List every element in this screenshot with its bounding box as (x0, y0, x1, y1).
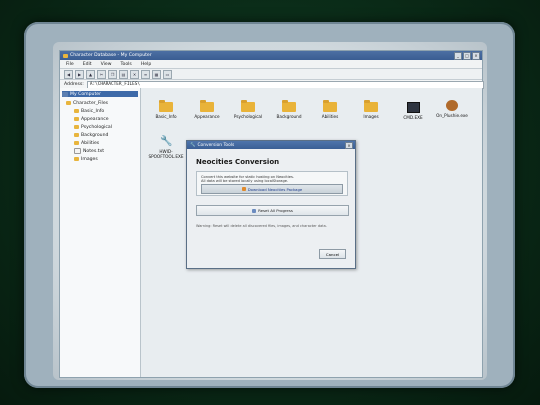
folder-icon (364, 100, 378, 112)
folder-tree: My Computer Character_Files Basic_Info A… (60, 88, 141, 377)
close-button[interactable]: × (472, 51, 480, 60)
folder-icon (63, 53, 68, 58)
file-item-cmd[interactable]: CMD.EXE (394, 102, 432, 120)
views-icon[interactable]: ▦ (152, 69, 161, 79)
dialog-description: Convert this website for static hosting … (201, 175, 294, 183)
dialog-close-button[interactable]: × (345, 141, 353, 149)
tree-item-character-files[interactable]: Character_Files (66, 100, 108, 106)
menu-tools[interactable]: Tools (121, 62, 132, 67)
folder-icon (323, 100, 337, 112)
file-label: HWID-SPOOFTOOL.EXE (148, 149, 184, 159)
conversion-dialog: 🔧 Conversion Tools × Neocities Conversio… (186, 140, 356, 269)
menu-help[interactable]: Help (141, 62, 151, 67)
tree-item-appearance[interactable]: Appearance (74, 116, 109, 122)
tree-item-abilities[interactable]: Abilities (74, 140, 99, 146)
dialog-titlebar[interactable]: 🔧 Conversion Tools × (187, 141, 355, 149)
folder-icon (74, 133, 79, 137)
text-file-icon (74, 148, 81, 154)
folder-icon (66, 101, 71, 105)
tree-label: Character_Files (73, 100, 109, 106)
wrench-icon: 🔧 (160, 136, 173, 147)
reset-warning: Warning: Reset will delete all discovere… (196, 224, 327, 228)
tree-label: My Computer (70, 91, 101, 97)
download-package-button[interactable]: Download Neocities Package (201, 184, 343, 194)
file-item-psychological[interactable]: Psychological (229, 100, 267, 119)
file-label: Appearance (194, 114, 220, 119)
file-label: Basic_Info (155, 114, 177, 119)
dialog-heading: Neocities Conversion (196, 158, 280, 166)
file-label: CMD.EXE (403, 115, 423, 120)
file-item-abilities[interactable]: Abilities (311, 100, 349, 119)
reset-icon (252, 208, 257, 213)
description-line-2: All data will be stored locally using lo… (201, 179, 289, 184)
minimize-button[interactable]: _ (454, 51, 462, 60)
tree-item-psychological[interactable]: Psychological (74, 124, 112, 130)
package-icon (241, 187, 246, 191)
folder-icon (74, 109, 79, 113)
file-label: Psychological (233, 114, 263, 119)
cancel-button[interactable]: Cancel (319, 249, 346, 259)
reset-progress-button[interactable]: Reset All Progress (196, 205, 349, 216)
folder-icon (241, 100, 255, 112)
terminal-icon (406, 102, 420, 113)
tree-item-background[interactable]: Background (74, 132, 108, 138)
reset-label: Reset All Progress (258, 208, 293, 213)
folders-icon[interactable]: ▭ (163, 69, 172, 79)
wrench-icon: 🔧 (190, 142, 196, 148)
monitor-screen: Character Database - My Computer _ □ × F… (53, 42, 487, 380)
toolbar: ◀ ▶ ▲ ✂ ❐ ▤ ✕ ≡ ▦ ▭ (60, 69, 482, 80)
file-item-plushie[interactable]: On_Plushie.exe (433, 100, 471, 118)
window-controls: _ □ × (454, 51, 482, 60)
tree-label: Basic_Info (81, 108, 105, 114)
file-label: Images (363, 114, 379, 119)
download-panel: Convert this website for static hosting … (196, 171, 348, 196)
bear-icon (446, 100, 458, 111)
file-item-background[interactable]: Background (270, 100, 308, 119)
file-item-images[interactable]: Images (352, 100, 390, 119)
window-titlebar[interactable]: Character Database - My Computer _ □ × (60, 51, 482, 60)
delete-icon[interactable]: ✕ (130, 69, 139, 79)
tree-label: Images (81, 156, 98, 162)
window-title: Character Database - My Computer (70, 53, 152, 58)
menu-view[interactable]: View (101, 62, 112, 67)
menu-bar: File Edit View Tools Help (60, 60, 482, 69)
tree-label: Notes.txt (83, 148, 105, 154)
forward-icon[interactable]: ▶ (75, 69, 84, 79)
copy-icon[interactable]: ❐ (108, 69, 117, 79)
tree-label: Background (81, 132, 109, 138)
up-icon[interactable]: ▲ (86, 69, 95, 79)
dialog-title: Conversion Tools (197, 142, 235, 148)
folder-icon (74, 157, 79, 161)
maximize-button[interactable]: □ (463, 51, 471, 60)
folder-icon (159, 100, 173, 112)
file-item-basic-info[interactable]: Basic_Info (147, 100, 185, 119)
back-icon[interactable]: ◀ (64, 69, 73, 79)
folder-icon (282, 100, 296, 112)
tree-item-images[interactable]: Images (74, 156, 98, 162)
tree-label: Psychological (81, 124, 112, 130)
tree-item-basic-info[interactable]: Basic_Info (74, 108, 104, 114)
tree-label: Appearance (81, 116, 109, 122)
menu-file[interactable]: File (66, 62, 74, 67)
folder-icon (74, 141, 79, 145)
file-item-appearance[interactable]: Appearance (188, 100, 226, 119)
address-label: Address: (64, 82, 84, 87)
cut-icon[interactable]: ✂ (97, 69, 106, 79)
tree-item-notes[interactable]: Notes.txt (74, 148, 104, 154)
properties-icon[interactable]: ≡ (141, 69, 150, 79)
folder-icon (200, 100, 214, 112)
file-label: Abilities (321, 114, 339, 119)
file-item-hwid-spoof[interactable]: 🔧 HWID-SPOOFTOOL.EXE (147, 136, 185, 160)
file-label: On_Plushie.exe (436, 113, 468, 118)
tree-label: Abilities (81, 140, 100, 146)
download-label: Download Neocities Package (247, 186, 303, 192)
folder-icon (74, 117, 79, 121)
folder-icon (74, 125, 79, 129)
tree-item-my-computer[interactable]: My Computer (62, 91, 138, 97)
paste-icon[interactable]: ▤ (119, 69, 128, 79)
file-label: Background (276, 114, 302, 119)
menu-edit[interactable]: Edit (83, 62, 92, 67)
computer-icon (62, 91, 68, 97)
